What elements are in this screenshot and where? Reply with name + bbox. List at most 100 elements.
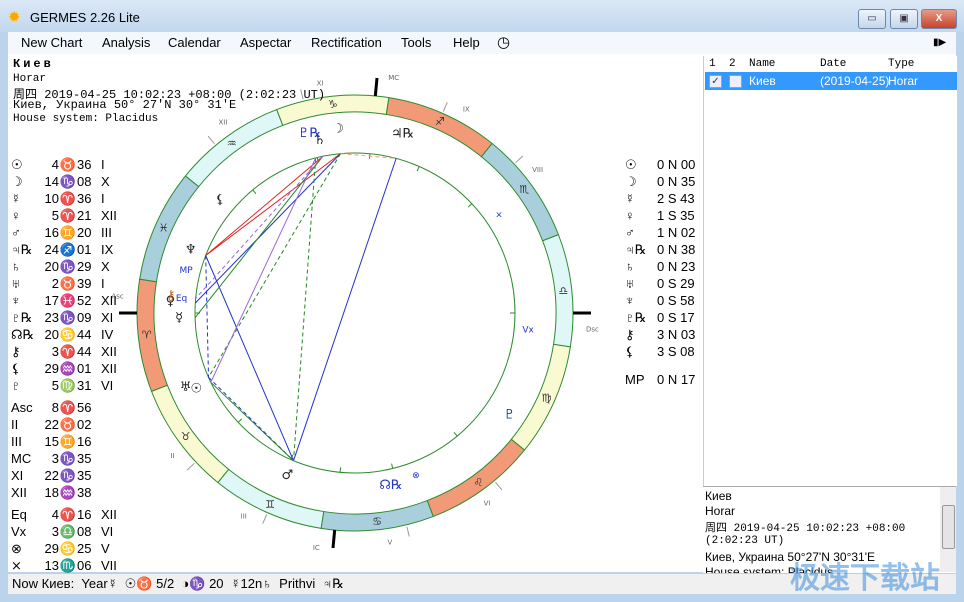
house: XII (101, 507, 117, 522)
degree: 18 (44, 485, 59, 500)
sign-glyph: ♊ (59, 434, 77, 449)
latitude: 3 S 08 (657, 344, 695, 359)
aspect-line (210, 381, 294, 462)
latitude: 0 N 35 (657, 174, 696, 189)
sign-glyph: ♉ (181, 430, 191, 443)
latitude-row: ♄ 0 N 23 (625, 258, 695, 275)
planet-glyph: ♄ (11, 259, 21, 274)
checkbox-1[interactable]: ✓ (709, 75, 722, 88)
cusp-label: IX (463, 105, 470, 113)
list-item-date: (2019-04-25) (820, 74, 890, 88)
sign-glyph: ♍ (59, 378, 77, 393)
point-label: ⊗ (412, 471, 420, 481)
house-cusp (331, 529, 337, 549)
planet-row: ☽ 14♑08 X (11, 173, 131, 190)
planet-glyph: ⚷ (625, 327, 635, 342)
checkbox-2[interactable] (729, 75, 742, 88)
house: XII (101, 344, 117, 359)
cusp-tick (391, 463, 394, 469)
minutes: 01 (77, 242, 92, 257)
col-header-name[interactable]: Name (749, 58, 775, 70)
info-scrollbar[interactable] (940, 487, 956, 572)
point-label: MP (180, 266, 194, 276)
house-cusp (207, 135, 215, 145)
degree: 3 (51, 344, 59, 359)
house: X (101, 259, 110, 274)
planet-glyph: ☉ (11, 157, 23, 172)
planet-glyph: ⚸ (625, 344, 635, 359)
planet-glyph: ⚷ (11, 344, 21, 359)
cusp-tick (467, 203, 473, 208)
col-header-2[interactable]: 2 (729, 58, 736, 70)
sun-icon: ✹ (8, 9, 21, 26)
point-label: Vx (522, 326, 534, 336)
degree: 4 (51, 157, 59, 172)
info-name: Киев (705, 489, 732, 503)
sign-glyph: ♐ (59, 242, 77, 257)
point-label: ⨯ (495, 210, 503, 220)
latitude: 0 N 00 (657, 157, 696, 172)
minutes: 09 (77, 310, 92, 325)
latitude-row: ♀ 1 S 35 (625, 207, 695, 224)
window-title: GERMES 2.26 Lite (30, 10, 140, 25)
scrollbar-thumb[interactable] (942, 505, 955, 549)
degree: 20 (44, 259, 59, 274)
planet-glyph: ♄ (625, 259, 635, 274)
latitude-row: ♆ 0 S 58 (625, 292, 695, 309)
menu-tools[interactable]: Tools (401, 35, 431, 50)
watermark: 极速下载站 (790, 562, 940, 595)
menu-aspectar[interactable]: Aspectar (240, 35, 291, 50)
list-item[interactable]: ✓ Киев (2019-04-25) Horar (705, 72, 957, 90)
planet-row: ♆ 17♓52 XII (11, 292, 131, 309)
planet-row: ♇ 5♍31 VI (11, 377, 131, 394)
minutes: 16 (77, 507, 92, 522)
house: III (101, 225, 112, 240)
more-arrow-icon[interactable]: ▮▶ (933, 37, 946, 48)
house-system: House system: Placidus (13, 113, 159, 125)
close-button[interactable]: X (921, 9, 957, 29)
latitude: 0 N 23 (657, 259, 696, 274)
cusp-label: Asc (11, 400, 33, 415)
latitude: 0 S 17 (657, 310, 695, 325)
cusp-label: III (11, 434, 22, 449)
planet-glyph: ♅ (11, 276, 21, 291)
house: I (101, 276, 105, 291)
house: VI (101, 524, 114, 539)
col-header-1[interactable]: 1 (709, 58, 716, 70)
menu-calendar[interactable]: Calendar (168, 35, 221, 50)
house-row: III 15♊16 (11, 433, 97, 450)
house: I (101, 157, 105, 172)
sign-glyph: ♈ (59, 344, 77, 359)
sign-glyph: ♉ (59, 276, 77, 291)
latitude-row: ☉ 0 N 00 (625, 156, 695, 173)
latitude-row: ⚷ 3 N 03 (625, 326, 695, 343)
menu-help[interactable]: Help (453, 35, 480, 50)
planet-glyph: ☽ (332, 121, 344, 136)
planet-glyph: ♅ (180, 380, 192, 395)
cusp-label: XI (11, 468, 24, 483)
minimize-button[interactable]: ▭ (858, 9, 886, 29)
menu-rectification[interactable]: Rectification (311, 35, 382, 50)
clock-icon[interactable]: ◷ (497, 33, 510, 51)
col-header-date[interactable]: Date (820, 58, 846, 70)
col-header-type[interactable]: Type (888, 58, 914, 70)
house: IX (101, 242, 114, 257)
planet-glyph: ♃℞ (11, 242, 33, 257)
planet-row: ♂ 16♊20 III (11, 224, 131, 241)
sign-glyph: ♈ (59, 400, 77, 415)
info-datetime: 周四 2019-04-25 10:02:23 +08:00 (705, 523, 906, 535)
maximize-button[interactable]: ▣ (890, 9, 918, 29)
planet-glyph: ⚸ (11, 361, 21, 376)
point-label: Eq (11, 507, 27, 522)
house-cusp (442, 102, 448, 112)
planet-glyph: ♀ (625, 208, 635, 223)
menu-analysis[interactable]: Analysis (102, 35, 150, 50)
sign-glyph: ♏ (59, 558, 77, 573)
menu-new-chart[interactable]: New Chart (21, 35, 82, 50)
sign-glyph: ♋ (372, 515, 382, 528)
house-row: XII 18♒38 (11, 484, 97, 501)
aspect-line (205, 255, 294, 461)
sign-glyph: ♈ (59, 208, 77, 223)
point-label: Eq (176, 294, 187, 304)
minutes: 06 (77, 558, 92, 573)
